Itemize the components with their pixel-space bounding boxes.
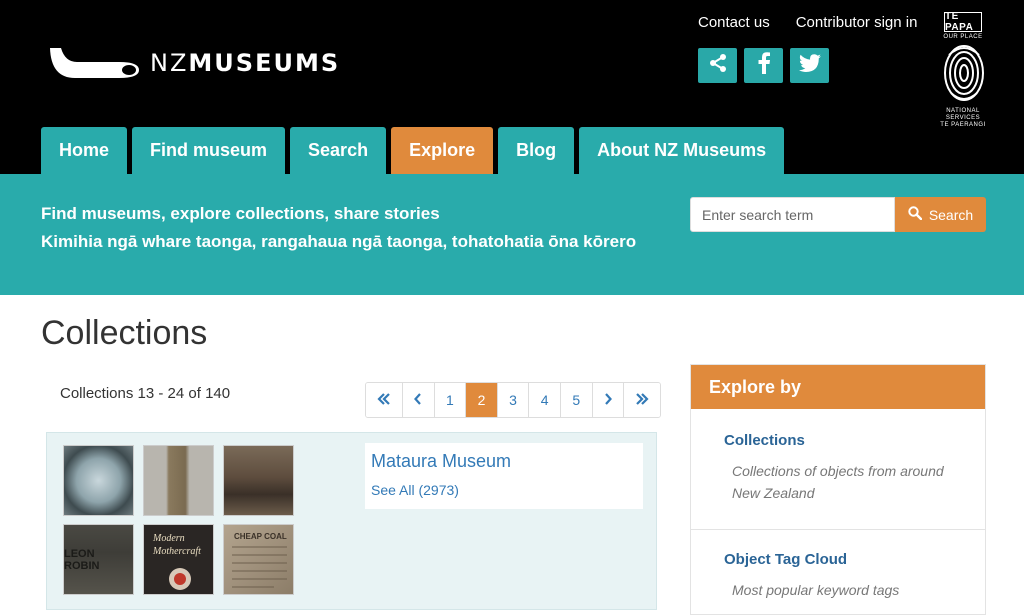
svg-text:CHEAP COAL: CHEAP COAL bbox=[234, 532, 287, 541]
chevron-left-icon bbox=[414, 392, 422, 408]
share-icon bbox=[708, 53, 728, 78]
tagline-maori: Kimihia ngā whare taonga, rangahaua ngā … bbox=[41, 232, 637, 251]
leon-robin-thumb[interactable]: LEON ROBIN bbox=[63, 524, 134, 595]
pager-first[interactable] bbox=[366, 383, 403, 417]
tagline: Find museums, explore collections, share… bbox=[41, 200, 651, 256]
logo-main: MUSEUMS bbox=[188, 49, 341, 77]
modern-mothercraft-thumb[interactable]: Modern Mothercraft bbox=[143, 524, 214, 595]
sidebar-item-desc: Most popular keyword tags bbox=[732, 582, 900, 598]
sidebar-item-title[interactable]: Collections bbox=[724, 431, 952, 451]
site-logo[interactable]: NZMUSEUMS bbox=[47, 46, 340, 80]
pager-page-2[interactable]: 2 bbox=[466, 383, 498, 417]
double-chevron-left-icon bbox=[377, 392, 391, 408]
pager-page-5[interactable]: 5 bbox=[560, 383, 593, 417]
logo-prefix: NZ bbox=[150, 49, 189, 77]
site-header: NZMUSEUMS Contact us Contributor sign in bbox=[0, 0, 1024, 174]
sidebar-item-title[interactable]: Object Tag Cloud bbox=[724, 550, 952, 570]
social-buttons bbox=[698, 48, 829, 83]
nav-tab-explore[interactable]: Explore bbox=[391, 127, 494, 174]
nav-tab-find-museum[interactable]: Find museum bbox=[132, 127, 286, 174]
logo-mark-icon bbox=[47, 46, 140, 80]
see-all-link[interactable]: See All (2973) bbox=[371, 482, 637, 498]
results-count: Collections 13 - 24 of 140 bbox=[60, 385, 231, 402]
sidebar-item-collections: Collections Collections of objects from … bbox=[691, 409, 985, 530]
contributor-signin-link[interactable]: Contributor sign in bbox=[796, 13, 918, 33]
pager-last[interactable] bbox=[624, 383, 661, 417]
search-button[interactable]: Search bbox=[895, 197, 986, 232]
sidebar-heading: Explore by bbox=[691, 365, 985, 409]
pager-page-1[interactable]: 1 bbox=[434, 383, 467, 417]
collection-card: LEON ROBIN Modern Mothercraft CHEAP COAL… bbox=[46, 432, 657, 610]
search-icon bbox=[908, 206, 923, 223]
nav-tab-blog[interactable]: Blog bbox=[498, 127, 575, 174]
nav-tab-search[interactable]: Search bbox=[290, 127, 387, 174]
logo-text: NZMUSEUMS bbox=[150, 51, 340, 75]
explore-sidebar: Explore by Collections Collections of ob… bbox=[690, 364, 986, 615]
top-links: Contact us Contributor sign in bbox=[698, 13, 917, 33]
twitter-button[interactable] bbox=[790, 48, 829, 83]
pager-prev[interactable] bbox=[403, 383, 435, 417]
collection-thumbnails: LEON ROBIN Modern Mothercraft CHEAP COAL bbox=[63, 445, 294, 595]
sidebar-item-desc: Collections of objects from around New Z… bbox=[732, 463, 944, 501]
facebook-button[interactable] bbox=[744, 48, 783, 83]
collection-info: Mataura Museum See All (2973) bbox=[365, 443, 643, 509]
share-button[interactable] bbox=[698, 48, 737, 83]
group-photo-thumb[interactable] bbox=[223, 445, 294, 516]
contact-link[interactable]: Contact us bbox=[698, 13, 770, 33]
te-papa-national: NATIONAL bbox=[946, 108, 980, 114]
search-input[interactable] bbox=[690, 197, 895, 232]
page-title: Collections bbox=[41, 314, 208, 352]
collection-title[interactable]: Mataura Museum bbox=[371, 450, 637, 472]
te-papa-services: SERVICES bbox=[945, 115, 981, 121]
main-nav: Home Find museum Search Explore Blog Abo… bbox=[41, 127, 785, 174]
paperweight-thumb[interactable] bbox=[63, 445, 134, 516]
pager-page-3[interactable]: 3 bbox=[497, 383, 530, 417]
pager-next[interactable] bbox=[592, 383, 625, 417]
hero-banner: Find museums, explore collections, share… bbox=[0, 174, 1024, 295]
tagline-english: Find museums, explore collections, share… bbox=[41, 204, 440, 223]
te-papa-paerangi: TE PAERANGI bbox=[940, 122, 986, 128]
svg-text:Mothercraft: Mothercraft bbox=[152, 546, 201, 557]
double-chevron-right-icon bbox=[635, 392, 649, 408]
fingerprint-icon bbox=[941, 43, 988, 108]
te-papa-wordmark: TE PAPA bbox=[944, 11, 982, 33]
pager-page-4[interactable]: 4 bbox=[529, 383, 561, 417]
twitter-icon bbox=[798, 54, 821, 77]
leon-robin-thumb-text: LEON ROBIN bbox=[64, 547, 100, 572]
pagination: 1 2 3 4 5 bbox=[365, 382, 662, 418]
sidebar-item-tag-cloud: Object Tag Cloud Most popular keyword ta… bbox=[691, 530, 985, 601]
te-papa-our-place: OUR PLACE bbox=[943, 34, 983, 40]
coat-thumb[interactable] bbox=[143, 445, 214, 516]
te-papa-logo[interactable]: TE PAPA OUR PLACE NATIONAL SERVICES TE P… bbox=[938, 11, 988, 128]
cheap-coal-thumb[interactable]: CHEAP COAL bbox=[223, 524, 294, 595]
chevron-right-icon bbox=[604, 392, 612, 408]
search-button-label: Search bbox=[928, 206, 974, 223]
facebook-icon bbox=[757, 52, 771, 79]
nav-tab-about[interactable]: About NZ Museums bbox=[579, 127, 785, 174]
svg-text:Modern: Modern bbox=[152, 533, 185, 544]
search-form: Search bbox=[690, 197, 986, 232]
nav-tab-home[interactable]: Home bbox=[41, 127, 128, 174]
